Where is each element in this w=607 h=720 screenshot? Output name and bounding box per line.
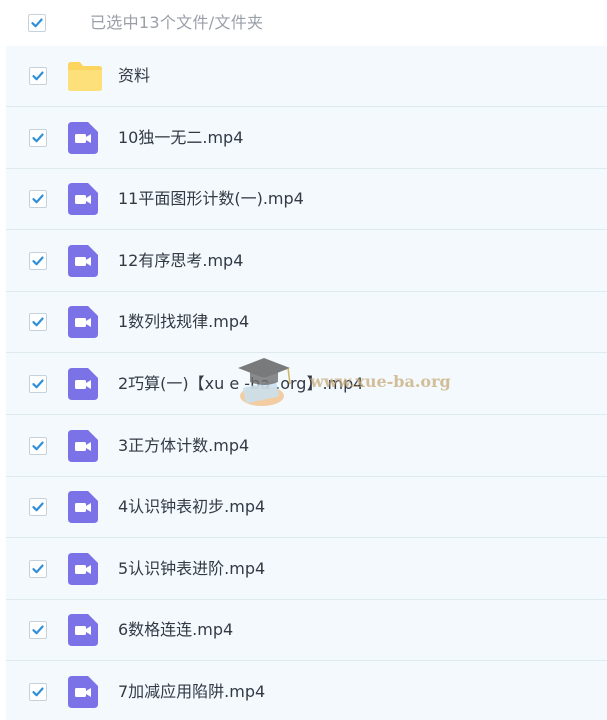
row-checkbox[interactable] [29,313,47,332]
file-name-label: 1数列找规律.mp4 [118,312,250,332]
file-name-label: 5认识钟表进阶.mp4 [118,558,266,578]
file-name-label: 4认识钟表初步.mp4 [118,497,266,517]
file-name-label: 资料 [118,66,151,85]
row-checkbox[interactable] [29,436,47,455]
checkmark-icon [32,564,44,574]
select-all-checkbox[interactable] [28,14,46,32]
checkmark-icon [32,625,44,635]
checkmark-icon [32,379,44,389]
row-checkbox[interactable] [29,621,47,640]
file-row[interactable]: 7加减应用陷阱.mp4 [6,662,607,720]
video-file-icon [68,121,98,154]
checkmark-icon [31,18,43,28]
row-checkbox[interactable] [29,67,47,85]
checkmark-icon [32,133,44,142]
row-checkbox[interactable] [29,375,47,393]
file-name-label: 3正方体计数.mp4 [118,435,250,455]
checkmark-icon [32,441,44,450]
video-file-icon [68,491,98,524]
file-name-label: 12有序思考.mp4 [118,250,244,270]
row-checkbox[interactable] [29,128,47,147]
video-file-icon [68,614,98,647]
file-selection-panel: 已选中13个文件/文件夹 资料 10独一无二.mp4 11平面图形计数(一).mp4… [0,0,607,720]
video-file-icon [68,429,98,462]
file-name-label: 7加减应用陷阱.mp4 [118,682,266,701]
checkmark-icon [32,687,44,697]
video-file-icon [68,244,98,277]
file-row[interactable]: 1数列找规律.mp4 [6,292,607,354]
row-checkbox[interactable] [29,498,47,517]
file-row[interactable]: 11平面图形计数(一).mp4 [6,169,607,231]
video-file-icon [68,676,98,708]
file-row[interactable]: 10独一无二.mp4 [6,108,607,169]
video-file-icon [68,368,98,400]
file-row[interactable]: 5认识钟表进阶.mp4 [6,539,607,600]
file-row[interactable]: 12有序思考.mp4 [6,231,607,292]
folder-icon [66,60,104,92]
file-name-label: 11平面图形计数(一).mp4 [118,189,304,209]
selection-header: 已选中13个文件/文件夹 [0,0,607,46]
video-file-icon [68,306,98,339]
selection-count-label: 已选中13个文件/文件夹 [90,13,264,32]
checkmark-icon [32,502,44,512]
file-row[interactable]: 2巧算(一)【xu e -ba .org】.mp4 [6,354,607,415]
checkmark-icon [32,194,44,204]
file-row[interactable]: 4认识钟表初步.mp4 [6,477,607,539]
file-row[interactable]: 3正方体计数.mp4 [6,416,607,477]
file-name-label: 10独一无二.mp4 [118,127,244,147]
file-list: 资料 10独一无二.mp4 11平面图形计数(一).mp4 12有序思考.mp4 1数列… [6,46,607,720]
checkmark-icon [32,256,44,266]
row-checkbox[interactable] [29,559,47,578]
file-name-label: 2巧算(一)【xu e -ba .org】.mp4 [118,374,364,393]
file-name-label: 6数格连连.mp4 [118,620,234,640]
checkmark-icon [32,317,44,327]
file-row[interactable]: 资料 [6,46,607,107]
video-file-icon [68,552,98,585]
row-checkbox[interactable] [29,190,47,209]
row-checkbox[interactable] [29,251,47,270]
checkmark-icon [32,71,44,81]
file-row[interactable]: 6数格连连.mp4 [6,600,607,662]
video-file-icon [68,183,98,216]
row-checkbox[interactable] [29,683,47,701]
